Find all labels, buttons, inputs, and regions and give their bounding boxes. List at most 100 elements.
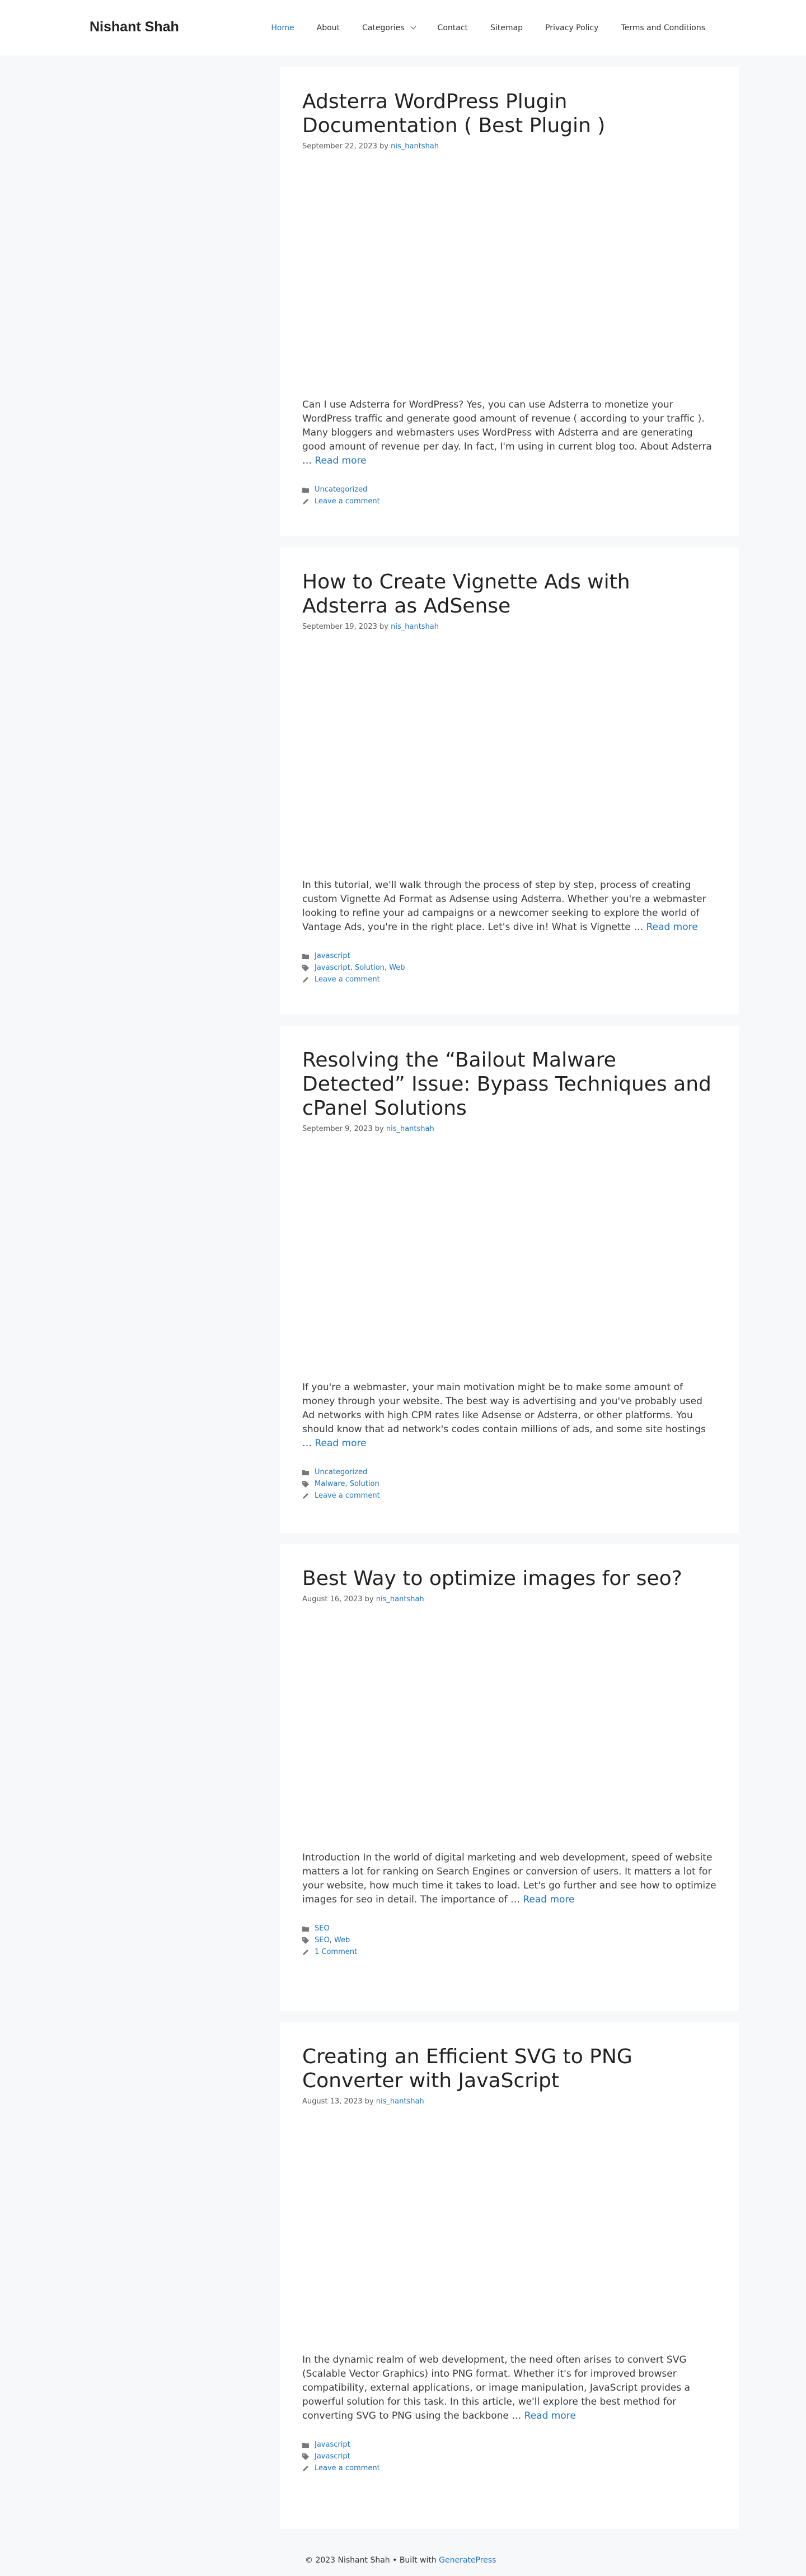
post-categories: Uncategorized — [302, 1466, 716, 1478]
category-link[interactable]: Javascript — [315, 950, 350, 962]
post-by: by — [379, 623, 388, 631]
post-by: by — [374, 1125, 384, 1133]
post-meta: September 9, 2023 by nis_hantshah — [302, 1124, 716, 1134]
site-footer: © 2023 Nishant Shah • Built with Generat… — [0, 2546, 806, 2576]
nav-categories[interactable]: Categories — [351, 0, 426, 55]
category-link[interactable]: Uncategorized — [315, 484, 367, 495]
category-link[interactable]: SEO — [315, 1923, 330, 1934]
nav-about[interactable]: About — [306, 0, 351, 55]
post-author-link[interactable]: nis_hantshah — [391, 623, 439, 631]
post-excerpt: In the dynamic realm of web development,… — [302, 2353, 716, 2423]
category-link[interactable]: Uncategorized — [315, 1466, 367, 1478]
nav-contact[interactable]: Contact — [427, 0, 479, 55]
post-title-link[interactable]: Creating an Efficient SVG to PNG Convert… — [302, 2045, 632, 2092]
post-tags: Malware, Solution — [302, 1478, 716, 1490]
tag-link[interactable]: Web — [389, 962, 405, 974]
post-excerpt: Introduction In the world of digital mar… — [302, 1851, 716, 1907]
post-title-link[interactable]: How to Create Vignette Ads with Adsterra… — [302, 571, 630, 618]
nav-privacy-policy[interactable]: Privacy Policy — [534, 0, 610, 55]
tag-link[interactable]: Solution — [355, 962, 385, 974]
comment-icon — [302, 2465, 315, 2472]
post-by: by — [379, 142, 388, 151]
post-footer: Uncategorized Leave a comment — [302, 484, 716, 507]
read-more-link[interactable]: Read more — [315, 1438, 366, 1449]
read-more-link[interactable]: Read more — [646, 922, 698, 933]
post-tags: Javascript, Solution, Web — [302, 962, 716, 974]
post-excerpt: Can I use Adsterra for WordPress? Yes, y… — [302, 398, 716, 468]
post-author-link[interactable]: nis_hantshah — [376, 2097, 424, 2106]
comments-link[interactable]: Leave a comment — [315, 1490, 380, 1502]
tag-icon — [302, 2453, 315, 2460]
featured-image-area — [302, 1605, 716, 1851]
tag-link[interactable]: SEO — [315, 1934, 330, 1946]
comments-link[interactable]: Leave a comment — [315, 2462, 380, 2474]
generatepress-link[interactable]: GeneratePress — [439, 2556, 496, 2565]
featured-image-area — [302, 152, 716, 398]
tag-icon — [302, 1480, 315, 1488]
post-excerpt: If you're a webmaster, your main motivat… — [302, 1381, 716, 1451]
post-date: September 9, 2023 — [302, 1125, 373, 1133]
post-footer: Uncategorized Malware, Solution Leave a … — [302, 1466, 716, 1502]
category-link[interactable]: Javascript — [315, 2439, 350, 2451]
post-footer: Javascript Javascript, Solution, Web Lea… — [302, 950, 716, 985]
nav-terms-and-conditions[interactable]: Terms and Conditions — [610, 0, 716, 55]
post-comments: Leave a comment — [302, 1490, 716, 1502]
nav-categories-label: Categories — [362, 23, 405, 32]
tag-link[interactable]: Solution — [350, 1478, 379, 1490]
main-navigation: Home About Categories Contact Sitemap Pr… — [260, 0, 716, 55]
comment-icon — [302, 498, 315, 505]
post-categories: Javascript — [302, 2439, 716, 2451]
comment-icon — [302, 976, 315, 983]
folder-icon — [302, 1470, 315, 1475]
post-by: by — [364, 2097, 374, 2106]
post-card: Best Way to optimize images for seo? Aug… — [280, 1544, 739, 2011]
post-date: August 16, 2023 — [302, 1595, 363, 1603]
tag-link[interactable]: Javascript — [315, 962, 350, 974]
post-title-link[interactable]: Best Way to optimize images for seo? — [302, 1567, 682, 1590]
post-meta: August 13, 2023 by nis_hantshah — [302, 2097, 716, 2107]
tag-link[interactable]: Malware — [315, 1478, 345, 1490]
post-author-link[interactable]: nis_hantshah — [376, 1595, 424, 1603]
post-title: Best Way to optimize images for seo? — [302, 1567, 716, 1591]
post-by: by — [364, 1595, 374, 1603]
post-excerpt-text: In the dynamic realm of web development,… — [302, 2354, 691, 2421]
post-title: Resolving the “Bailout Malware Detected”… — [302, 1048, 716, 1120]
featured-image-area — [302, 2107, 716, 2353]
post-card: Resolving the “Bailout Malware Detected”… — [280, 1026, 739, 1533]
post-excerpt: In this tutorial, we'll walk through the… — [302, 878, 716, 934]
tag-link[interactable]: Javascript — [315, 2451, 350, 2462]
folder-icon — [302, 2442, 315, 2448]
nav-sitemap[interactable]: Sitemap — [479, 0, 534, 55]
post-comments: Leave a comment — [302, 495, 716, 507]
nav-home[interactable]: Home — [260, 0, 305, 55]
comments-link[interactable]: Leave a comment — [315, 974, 380, 985]
post-meta: September 19, 2023 by nis_hantshah — [302, 622, 716, 632]
post-categories: Javascript — [302, 950, 716, 962]
comments-link[interactable]: Leave a comment — [315, 495, 380, 507]
post-author-link[interactable]: nis_hantshah — [386, 1125, 434, 1133]
read-more-link[interactable]: Read more — [523, 1894, 574, 1905]
footer-copyright: © 2023 Nishant Shah • Built with Generat… — [305, 2556, 496, 2565]
post-card: Adsterra WordPress Plugin Documentation … — [280, 67, 739, 536]
post-tags: Javascript — [302, 2451, 716, 2462]
comment-icon — [302, 1493, 315, 1499]
post-title-link[interactable]: Resolving the “Bailout Malware Detected”… — [302, 1049, 711, 1120]
post-date: September 22, 2023 — [302, 142, 377, 151]
folder-icon — [302, 1926, 315, 1932]
read-more-link[interactable]: Read more — [315, 455, 366, 466]
tag-link[interactable]: Web — [334, 1934, 350, 1946]
post-excerpt-text: Introduction In the world of digital mar… — [302, 1852, 716, 1905]
post-categories: SEO — [302, 1923, 716, 1934]
post-card: Creating an Efficient SVG to PNG Convert… — [280, 2022, 739, 2529]
post-footer: Javascript Javascript Leave a comment — [302, 2439, 716, 2474]
post-author-link[interactable]: nis_hantshah — [391, 142, 439, 151]
post-comments: Leave a comment — [302, 2462, 716, 2474]
site-title[interactable]: Nishant Shah — [90, 19, 179, 35]
post-date: September 19, 2023 — [302, 623, 377, 631]
comments-link[interactable]: 1 Comment — [315, 1946, 357, 1958]
read-more-link[interactable]: Read more — [524, 2410, 576, 2421]
post-meta: September 22, 2023 by nis_hantshah — [302, 142, 716, 152]
post-title-link[interactable]: Adsterra WordPress Plugin Documentation … — [302, 90, 605, 137]
folder-icon — [302, 953, 315, 959]
post-comments: 1 Comment — [302, 1946, 716, 1958]
